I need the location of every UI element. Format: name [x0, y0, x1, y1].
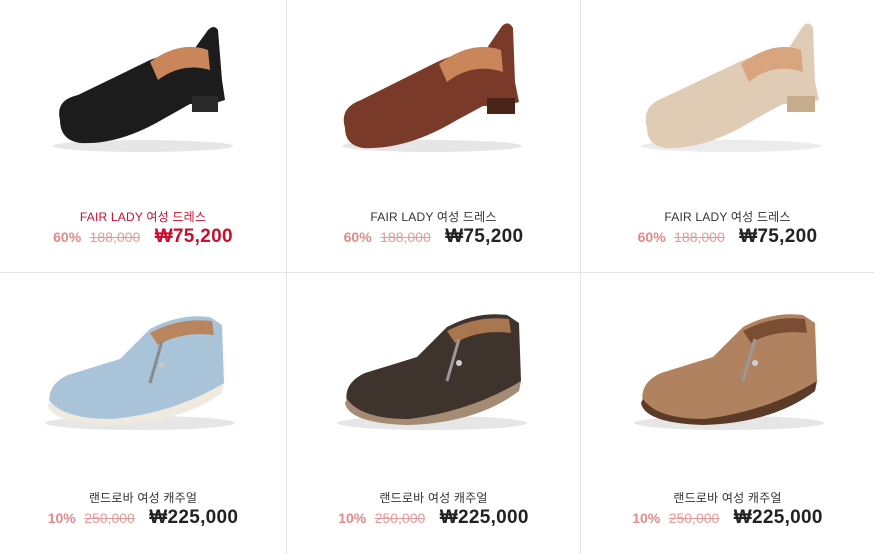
product-name[interactable]: FAIR LADY 여성 드레스: [287, 208, 580, 225]
product-price: 10% 250,000 ₩225,000: [287, 507, 580, 529]
product-name[interactable]: 랜드로바 여성 캐주얼: [581, 489, 874, 506]
original-price: 250,000: [84, 510, 135, 526]
product-price: 10% 250,000 ₩225,000: [0, 507, 286, 529]
product-name[interactable]: FAIR LADY 여성 드레스: [0, 208, 286, 225]
product-image[interactable]: [0, 0, 286, 190]
product-name[interactable]: 랜드로바 여성 캐주얼: [0, 489, 286, 506]
product-card[interactable]: FAIR LADY 여성 드레스 60% 188,000 ₩75,200: [287, 0, 580, 272]
product-grid: FAIR LADY 여성 드레스 60% 188,000 ₩75,200 FAI…: [0, 0, 874, 554]
product-card[interactable]: 랜드로바 여성 캐주얼 10% 250,000 ₩225,000: [287, 273, 580, 554]
product-price: 60% 188,000 ₩75,200: [287, 226, 580, 248]
original-price: 188,000: [380, 229, 431, 245]
product-image[interactable]: [287, 273, 580, 463]
product-image[interactable]: [581, 273, 874, 463]
discount-rate: 10%: [632, 510, 661, 526]
product-price: 60% 188,000 ₩75,200: [581, 226, 874, 248]
product-card[interactable]: 랜드로바 여성 캐주얼 10% 250,000 ₩225,000: [0, 273, 286, 554]
product-name[interactable]: FAIR LADY 여성 드레스: [581, 208, 874, 225]
product-image[interactable]: [287, 0, 580, 190]
discount-rate: 10%: [338, 510, 367, 526]
discount-rate: 60%: [53, 229, 82, 245]
product-price: 10% 250,000 ₩225,000: [581, 507, 874, 529]
product-card[interactable]: FAIR LADY 여성 드레스 60% 188,000 ₩75,200: [0, 0, 286, 272]
sale-price: ₩75,200: [739, 226, 818, 247]
discount-rate: 60%: [343, 229, 372, 245]
product-name[interactable]: 랜드로바 여성 캐주얼: [287, 489, 580, 506]
sale-price: ₩75,200: [445, 226, 524, 247]
discount-rate: 60%: [637, 229, 666, 245]
product-card[interactable]: FAIR LADY 여성 드레스 60% 188,000 ₩75,200: [581, 0, 874, 272]
grid-divider: [580, 0, 581, 554]
product-price: 60% 188,000 ₩75,200: [0, 226, 286, 248]
product-image[interactable]: [0, 273, 286, 463]
sale-price: ₩225,000: [733, 507, 823, 528]
product-card[interactable]: 랜드로바 여성 캐주얼 10% 250,000 ₩225,000: [581, 273, 874, 554]
grid-divider: [286, 0, 287, 554]
discount-rate: 10%: [47, 510, 76, 526]
original-price: 250,000: [668, 510, 720, 526]
original-price: 250,000: [374, 510, 426, 526]
original-price: 188,000: [89, 229, 141, 245]
sale-price: ₩225,000: [439, 507, 529, 528]
sale-price: ₩75,200: [154, 226, 233, 247]
grid-divider: [0, 272, 874, 273]
product-image[interactable]: [581, 0, 874, 190]
original-price: 188,000: [674, 229, 725, 245]
sale-price: ₩225,000: [149, 507, 239, 528]
